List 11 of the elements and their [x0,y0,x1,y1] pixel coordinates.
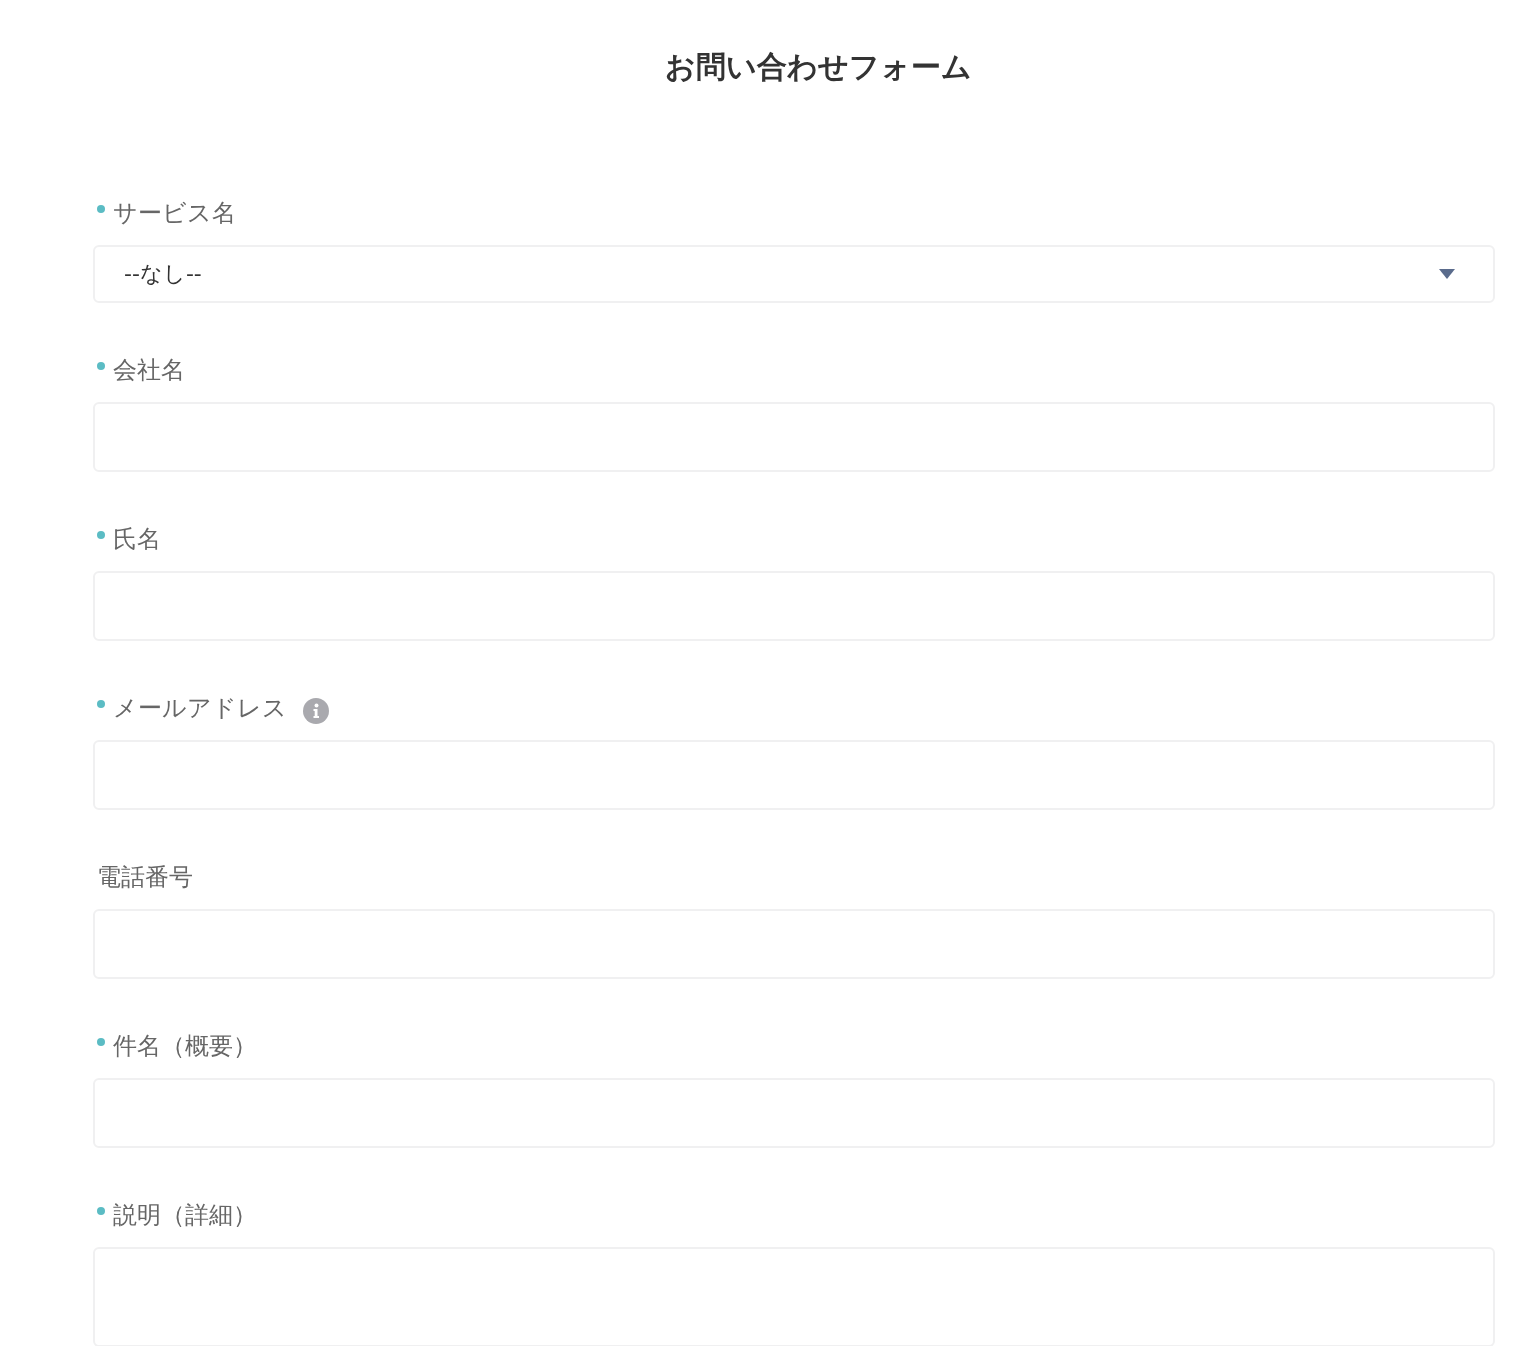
field-label: 電話番号 [97,862,193,893]
field-label: 説明（詳細） [113,1200,257,1231]
service-dropdown[interactable]: --なし-- [93,245,1495,303]
field-label: 会社名 [113,355,185,386]
caret-icon [1439,269,1455,279]
field-label: メールアドレス [113,693,287,724]
info-icon[interactable] [303,698,329,724]
field-label: 氏名 [113,524,161,555]
field-label: 件名（概要） [113,1031,257,1062]
field-label: サービス名 [113,198,236,229]
form-title: お問い合わせフォーム [663,48,973,86]
